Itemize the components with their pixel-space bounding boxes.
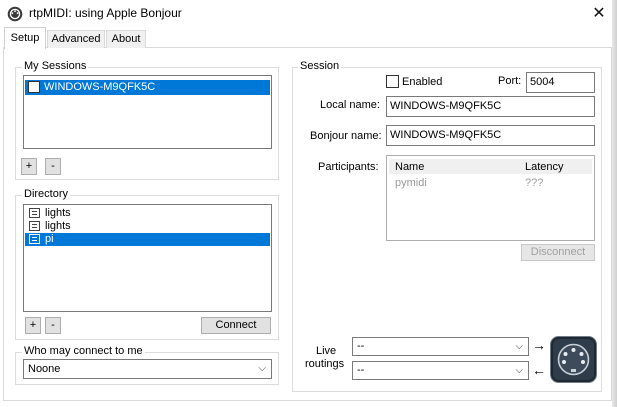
port-label: Port: bbox=[498, 75, 522, 87]
add-session-button[interactable]: + bbox=[21, 158, 37, 175]
participants-header: Name Latency bbox=[389, 159, 592, 174]
column-header-name[interactable]: Name bbox=[395, 161, 424, 173]
add-directory-button[interactable]: + bbox=[25, 317, 41, 334]
window-title: rtpMIDI: using Apple Bonjour bbox=[29, 6, 182, 20]
close-icon[interactable]: ✕ bbox=[583, 2, 615, 26]
bonjour-name-field[interactable]: WINDOWS-M9QFK5C bbox=[386, 125, 595, 146]
participant-latency: ??? bbox=[525, 177, 544, 189]
enabled-label: Enabled bbox=[402, 76, 443, 88]
routing-in-value: -- bbox=[357, 340, 365, 352]
chevron-down-icon: ⌵ bbox=[515, 341, 523, 352]
arrow-right-icon: → bbox=[532, 337, 546, 353]
live-routings-label-line2: routings bbox=[305, 358, 345, 370]
directory-list[interactable]: lights lights pi bbox=[23, 204, 272, 312]
local-name-label: Local name: bbox=[320, 99, 380, 111]
port-field[interactable]: 5004 bbox=[526, 72, 595, 93]
list-item[interactable]: lights bbox=[25, 220, 270, 233]
window-border bbox=[612, 0, 617, 407]
local-name-field[interactable]: WINDOWS-M9QFK5C bbox=[386, 96, 595, 117]
directory-item-name: lights bbox=[45, 220, 71, 232]
rtpmidi-app-icon bbox=[7, 6, 23, 22]
arrow-left-icon: ← bbox=[532, 362, 546, 378]
directory-item-name: lights bbox=[45, 207, 71, 219]
chevron-down-icon: ⌵ bbox=[258, 363, 266, 374]
live-routings-label-line1: Live bbox=[316, 345, 337, 357]
remove-session-button[interactable]: - bbox=[45, 158, 61, 175]
routing-in-select[interactable]: -- ⌵ bbox=[352, 337, 529, 356]
tab-about[interactable]: About bbox=[106, 30, 146, 48]
bonjour-name-label: Bonjour name: bbox=[310, 130, 382, 142]
list-document-icon bbox=[29, 221, 40, 231]
participant-name: pymidi bbox=[395, 177, 427, 189]
routing-out-value: -- bbox=[357, 364, 365, 376]
who-may-connect-label: Who may connect to me bbox=[22, 345, 145, 357]
disconnect-button[interactable]: Disconnect bbox=[521, 244, 595, 261]
session-enabled-checkbox[interactable] bbox=[386, 75, 399, 88]
who-may-connect-select[interactable]: Noone ⌵ bbox=[23, 359, 272, 379]
my-sessions-list[interactable]: WINDOWS-M9QFK5C bbox=[23, 75, 272, 149]
list-item[interactable]: pi bbox=[25, 233, 270, 246]
list-item[interactable]: lights bbox=[25, 207, 270, 220]
session-name: WINDOWS-M9QFK5C bbox=[44, 81, 156, 93]
directory-item-name: pi bbox=[45, 233, 54, 245]
list-item[interactable]: WINDOWS-M9QFK5C bbox=[25, 80, 270, 95]
tab-setup[interactable]: Setup bbox=[4, 27, 46, 49]
my-sessions-label: My Sessions bbox=[22, 60, 89, 72]
participants-label: Participants: bbox=[318, 161, 379, 173]
column-header-latency[interactable]: Latency bbox=[525, 161, 564, 173]
tab-advanced[interactable]: Advanced bbox=[47, 30, 105, 48]
session-label: Session bbox=[298, 60, 342, 72]
who-may-connect-value: Noone bbox=[28, 363, 61, 375]
chevron-down-icon: ⌵ bbox=[515, 365, 523, 376]
session-enabled-checkbox[interactable] bbox=[28, 81, 40, 93]
remove-directory-button[interactable]: - bbox=[45, 317, 61, 334]
midi-connector-icon[interactable] bbox=[550, 336, 597, 383]
participants-list[interactable]: Name Latency pymidi ??? bbox=[386, 155, 595, 241]
table-row[interactable]: pymidi ??? bbox=[389, 176, 592, 190]
routing-out-select[interactable]: -- ⌵ bbox=[352, 361, 529, 380]
connect-button[interactable]: Connect bbox=[201, 317, 271, 334]
list-document-icon bbox=[29, 234, 40, 244]
list-document-icon bbox=[29, 208, 40, 218]
directory-label: Directory bbox=[22, 188, 71, 200]
